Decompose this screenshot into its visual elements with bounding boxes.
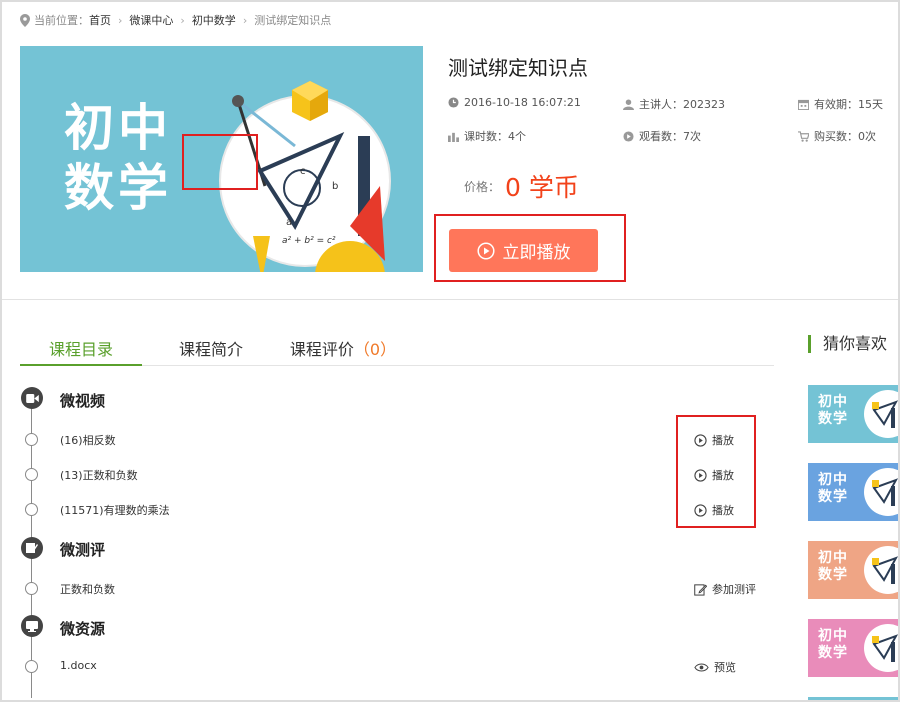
section-title-micro-test: 微测评	[60, 541, 106, 559]
section-title-micro-resource: 微资源	[60, 620, 106, 638]
svg-text:a² + b² = c²: a² + b² = c²	[282, 236, 336, 246]
edit-icon	[21, 537, 43, 559]
recommended-course-card[interactable]: 初中 数学	[808, 619, 898, 677]
view-count: 观看数：7次	[623, 128, 701, 144]
play-circle-icon	[623, 130, 634, 142]
list-item-title[interactable]: 正数和负数	[60, 581, 115, 597]
timeline-dot	[25, 433, 38, 446]
course-title: 测试绑定知识点	[448, 56, 588, 80]
list-item-title[interactable]: 1.docx	[60, 659, 97, 672]
timeline-dot	[25, 503, 38, 516]
triangle-icon	[872, 634, 898, 662]
bar-chart-icon	[448, 132, 459, 142]
highlight-box-play-list	[676, 415, 756, 528]
highlight-box-play-now	[434, 214, 626, 282]
tab-reviews[interactable]: 课程评价 （0）	[282, 328, 404, 366]
cover-title: 初中 数学	[64, 99, 172, 217]
breadcrumb-separator-icon: ›	[242, 13, 248, 27]
tab-introduction[interactable]: 课程简介	[150, 328, 272, 366]
review-count: （0）	[353, 340, 397, 359]
triangle-icon	[872, 556, 898, 584]
publish-datetime: 2016-10-18 16:07:21	[448, 96, 581, 109]
breadcrumb: 当前位置： 首页 › 微课中心 › 初中数学 › 测试绑定知识点	[20, 12, 331, 28]
location-pin-icon	[20, 13, 30, 27]
validity-period: 有效期：15天	[798, 96, 883, 112]
list-item-title[interactable]: (11571)有理数的乘法	[60, 502, 170, 518]
lecturer: 主讲人：202323	[623, 96, 725, 112]
tab-catalog[interactable]: 课程目录	[20, 328, 142, 366]
clock-icon	[448, 97, 459, 108]
highlight-box-cover	[182, 134, 258, 190]
breadcrumb-current: 测试绑定知识点	[254, 14, 332, 27]
svg-text:c: c	[300, 166, 306, 177]
recommended-course-card[interactable]	[808, 697, 898, 700]
page-frame: 当前位置： 首页 › 微课中心 › 初中数学 › 测试绑定知识点 初中 数学 c…	[0, 0, 900, 702]
preview-button[interactable]: 预览	[694, 659, 736, 675]
breadcrumb-junior-math[interactable]: 初中数学	[192, 12, 236, 28]
user-icon	[623, 98, 634, 110]
shopping-cart-icon	[798, 130, 809, 142]
recommended-course-card[interactable]: 初中 数学	[808, 385, 898, 443]
triangle-icon	[872, 400, 898, 428]
breadcrumb-home[interactable]: 首页	[89, 12, 111, 28]
recommended-course-card[interactable]: 初中 数学	[808, 463, 898, 521]
purchase-count: 购买数：0次	[798, 128, 876, 144]
svg-text:a: a	[286, 217, 292, 228]
timeline-dot	[25, 660, 38, 673]
breadcrumb-micro-course[interactable]: 微课中心	[129, 12, 173, 28]
price-value: 0 学币	[505, 173, 579, 202]
calendar-icon	[798, 99, 809, 110]
sidebar-title: 猜你喜欢	[808, 335, 887, 353]
resource-icon	[21, 615, 43, 637]
triangle-icon	[872, 478, 898, 506]
breadcrumb-separator-icon: ›	[180, 13, 185, 27]
svg-text:b: b	[332, 181, 338, 192]
price-label: 价格：	[464, 180, 501, 194]
timeline-dot	[25, 468, 38, 481]
video-camera-icon	[21, 387, 43, 409]
course-tabs: 课程目录 课程简介 课程评价 （0）	[20, 328, 774, 366]
timeline-dot	[25, 582, 38, 595]
section-divider	[2, 299, 898, 300]
lesson-count: 课时数：4个	[448, 128, 526, 144]
eye-icon	[694, 662, 709, 672]
list-item-title[interactable]: (13)正数和负数	[60, 467, 138, 483]
breadcrumb-separator-icon: ›	[118, 13, 123, 27]
list-item-title[interactable]: (16)相反数	[60, 432, 116, 448]
recommended-course-card[interactable]: 初中 数学	[808, 541, 898, 599]
breadcrumb-lead: 当前位置：	[34, 14, 89, 27]
section-title-micro-video: 微视频	[60, 392, 106, 410]
join-test-button[interactable]: 参加测评	[694, 581, 756, 597]
edit-icon	[694, 583, 707, 596]
